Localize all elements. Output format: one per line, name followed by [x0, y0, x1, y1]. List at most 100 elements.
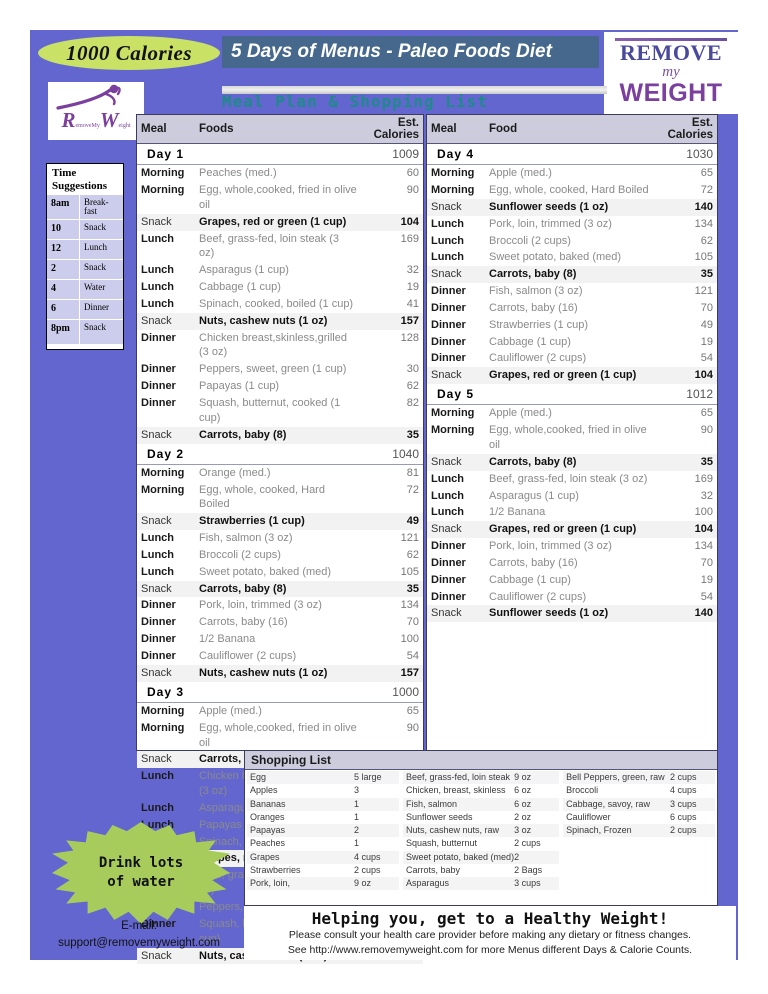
- menu-row: SnackGrapes, red or green (1 cup)104: [427, 521, 717, 539]
- calorie-value: 32: [406, 264, 419, 277]
- calorie-value: 134: [694, 540, 713, 553]
- meal-label: Snack: [427, 605, 485, 623]
- menu-row: Dinner Pork, loin, trimmed (3 oz) 134: [137, 597, 423, 614]
- time-value: 2: [47, 260, 80, 280]
- food-label: Pork, loin, trimmed (3 oz): [489, 217, 612, 230]
- calorie-value: 35: [655, 266, 717, 284]
- food-label: Sweet potato, baked (med): [489, 251, 622, 264]
- menu-row: Snack Strawberries (1 cup) 49: [137, 513, 423, 531]
- meal-label: Lunch: [431, 472, 464, 485]
- calorie-badge: 1000 Calories: [38, 36, 220, 70]
- meal-label: Dinner: [141, 397, 176, 409]
- calorie-value: 90: [406, 721, 419, 734]
- menu-table-days-4-5: Meal Food Est. Calories Day 4 1030 Morning…: [426, 114, 718, 751]
- brand-weight-text: WEIGHT: [619, 78, 723, 107]
- shopping-list-row: Cauliflower 6 cups: [563, 811, 715, 824]
- menu-row: Morning Egg, whole,cooked, fried in olive…: [427, 422, 717, 454]
- food-label: Pork, loin, trimmed (3 oz): [199, 599, 322, 612]
- day-spacer: [195, 443, 361, 465]
- shopping-item-name: Chicken, breast, skinless: [406, 785, 506, 796]
- day-label: Day 2: [137, 443, 195, 465]
- menu-row: Dinner 1/2 Banana 100: [137, 631, 423, 648]
- shopping-item-quantity: 4 cups: [670, 785, 697, 796]
- day-spacer: [485, 384, 655, 406]
- email-address[interactable]: support@removemyweight.com: [34, 935, 244, 952]
- menu-row: Morning Orange (med.) 81: [137, 464, 423, 481]
- section-heading: Meal Plan & Shopping List: [222, 92, 488, 111]
- meal-label: Snack: [137, 426, 195, 444]
- calorie-value: 82: [406, 397, 419, 409]
- day-header-row: Day 4 1030: [427, 143, 717, 166]
- meal-label: Snack: [427, 453, 485, 471]
- shopping-list-row: Squash, butternut 2 cups: [403, 837, 559, 850]
- food-label: Apple (med.): [199, 704, 262, 717]
- calorie-value: 140: [655, 605, 717, 623]
- menu-row: Morning Apple (med.) 65: [427, 165, 717, 182]
- food-label: Cauliflower (2 cups): [199, 650, 297, 662]
- food-label: Fish, salmon (3 oz): [199, 532, 293, 545]
- meal-label: Lunch: [141, 264, 174, 277]
- shopping-item-quantity: 1: [354, 811, 360, 822]
- calorie-value: 49: [700, 318, 713, 331]
- time-value: 6: [47, 300, 80, 320]
- time-meal-label: Snack: [84, 222, 106, 233]
- meal-label: Dinner: [431, 318, 466, 331]
- calorie-value: 157: [361, 312, 423, 330]
- food-label: Sunflower seeds (1 oz): [485, 198, 655, 216]
- calorie-value: 121: [694, 285, 713, 298]
- menu-table-days-1-3: Meal Foods Est. Calories Day 1 1009 Mornin…: [136, 114, 424, 965]
- calorie-value: 54: [700, 590, 713, 603]
- meal-label: Snack: [137, 751, 195, 769]
- food-label: Cauliflower (2 cups): [489, 352, 587, 365]
- food-label: Broccoli (2 cups): [199, 548, 281, 561]
- calorie-value: 62: [406, 380, 419, 393]
- meal-label: Lunch: [141, 770, 174, 783]
- day-label: Day 3: [137, 681, 195, 703]
- calorie-value: 72: [700, 184, 713, 197]
- meal-label: Lunch: [431, 251, 464, 264]
- meal-label: Morning: [141, 466, 185, 479]
- shopping-item-quantity: 4 cups: [354, 851, 381, 862]
- menu-row: Morning Egg, whole,cooked, fried in olive…: [137, 720, 423, 752]
- menu-row: Dinner Cauliflower (2 cups) 54: [427, 589, 717, 606]
- menu-body-right: Day 4 1030 Morning Apple (med.) 65 Morning Egg…: [427, 143, 717, 623]
- shopping-item-name: Bell Peppers, green, raw: [566, 772, 665, 782]
- meal-label: Lunch: [141, 532, 174, 545]
- calorie-value: 65: [406, 704, 419, 717]
- logo-w-letter: W: [99, 108, 119, 132]
- menu-row: SnackGrapes, red or green (1 cup)104: [137, 213, 423, 231]
- meal-label: Dinner: [141, 599, 176, 612]
- shopping-list-row: Pork, loin, 9 oz: [247, 877, 399, 891]
- menu-row: Snack Sunflower seeds (1 oz) 140: [427, 605, 717, 623]
- food-label: Papayas (1 cup): [199, 380, 280, 393]
- calorie-value: 65: [700, 167, 713, 180]
- time-meal-label: Break-fast: [84, 197, 109, 217]
- meal-label: Snack: [427, 367, 485, 385]
- calorie-value: 169: [694, 472, 713, 485]
- time-value: 8pm: [47, 320, 80, 345]
- calorie-value: 90: [406, 184, 419, 197]
- calorie-value: 157: [361, 664, 423, 682]
- calorie-value: 104: [655, 367, 717, 385]
- email-label: E-mail:: [121, 920, 157, 932]
- menu-row: Dinner Peppers, sweet, green (1 cup) 30: [137, 361, 423, 378]
- food-label: Strawberries (1 cup): [489, 318, 589, 331]
- menu-row: Morning Apple (med.) 65: [137, 702, 423, 719]
- day-spacer: [485, 143, 655, 166]
- meal-label: Dinner: [141, 380, 176, 393]
- shopping-item-quantity: 3 cups: [670, 798, 697, 809]
- brand-remove-text: REMOVE: [620, 40, 722, 65]
- food-label: Cabbage (1 cup): [489, 573, 571, 586]
- food-label: Asparagus (1 cup): [199, 264, 289, 277]
- food-label: Egg, whole, cooked, Hard Boiled: [489, 184, 649, 197]
- shopping-list-row: Asparagus 3 cups: [403, 877, 560, 891]
- time-suggestions-rows: 8am Break-fast 10 Snack 12 Lunch 2 Snack 4 Water 6…: [47, 194, 123, 345]
- food-label: Chicken breast,skinless,grilled (3 oz): [199, 331, 347, 359]
- day-total-calories: 1009: [361, 143, 423, 166]
- shopping-item-quantity: 6 cups: [670, 811, 697, 822]
- header-food: Food: [485, 115, 655, 144]
- shopping-item-quantity: 2 oz: [514, 811, 532, 822]
- shopping-item-name: Carrots, baby: [406, 864, 461, 875]
- menu-row: Dinner Chicken breast,skinless,grilled (3…: [137, 330, 423, 362]
- calorie-value: 169: [400, 232, 419, 245]
